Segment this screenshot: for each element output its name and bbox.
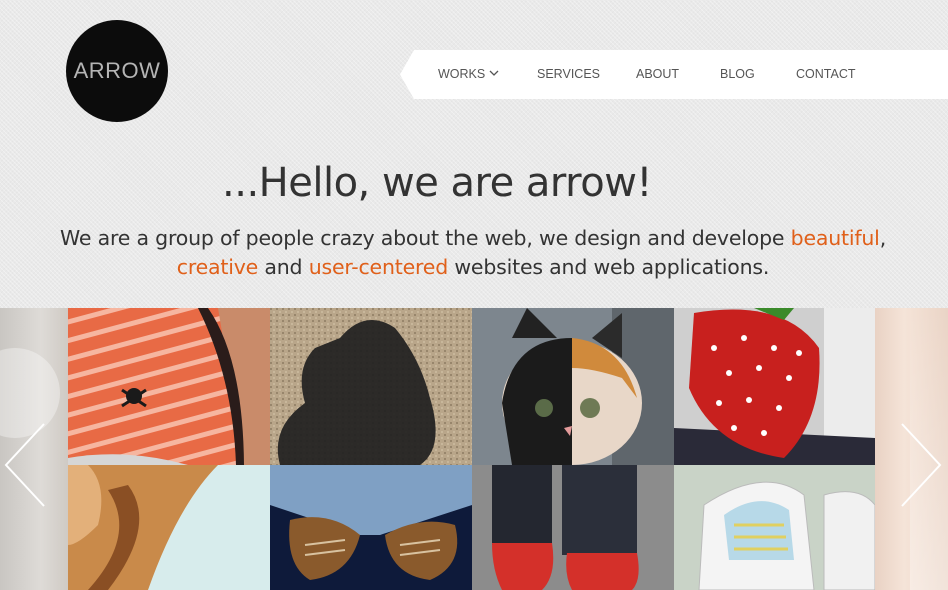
chevron-down-icon (489, 50, 499, 98)
highlight-creative: creative (176, 255, 259, 279)
nav-item-about[interactable]: ABOUT (636, 50, 679, 99)
prev-arrow-icon[interactable] (0, 420, 50, 510)
nav-item-services[interactable]: SERVICES (537, 50, 600, 99)
nav-item-contact[interactable]: CONTACT (796, 50, 856, 99)
nav-item-blog[interactable]: BLOG (720, 50, 755, 99)
intro-part: and (258, 255, 309, 279)
page-headline: ...Hello, we are arrow! (222, 160, 652, 206)
gallery-photo-kitten[interactable] (472, 308, 674, 465)
gallery-photo-jeans-shoes[interactable] (270, 465, 472, 590)
gallery-photo-hand[interactable] (68, 465, 270, 590)
intro-text: We are a group of people crazy about the… (60, 224, 886, 282)
nav-item-label: SERVICES (537, 67, 600, 81)
intro-part: websites and web applications. (448, 255, 770, 279)
gallery-photo-sneakers[interactable] (674, 465, 875, 590)
main-nav: WORKS SERVICES ABOUT BLOG CONTACT (400, 50, 948, 99)
logo[interactable]: ARROW (66, 20, 168, 122)
intro-separator: , (879, 226, 887, 250)
nav-item-works[interactable]: WORKS (438, 50, 499, 99)
nav-item-label: WORKS (438, 67, 486, 81)
photo-gallery (68, 308, 875, 590)
next-arrow-icon[interactable] (896, 420, 946, 510)
gallery-photo-shadow[interactable] (270, 308, 472, 465)
gallery-photo-striped-shirt[interactable] (68, 308, 270, 465)
gallery-photo-strawberry[interactable] (674, 308, 875, 465)
intro-part: We are a group of people crazy about the… (60, 226, 791, 250)
logo-text: ARROW (73, 58, 161, 83)
highlight-user-centered: user-centered (308, 255, 449, 279)
highlight-beautiful: beautiful (790, 226, 880, 250)
nav-item-label: ABOUT (636, 67, 680, 81)
nav-item-label: CONTACT (796, 67, 856, 81)
gallery-photo-red-shoes[interactable] (472, 465, 674, 590)
nav-item-label: BLOG (720, 67, 755, 81)
